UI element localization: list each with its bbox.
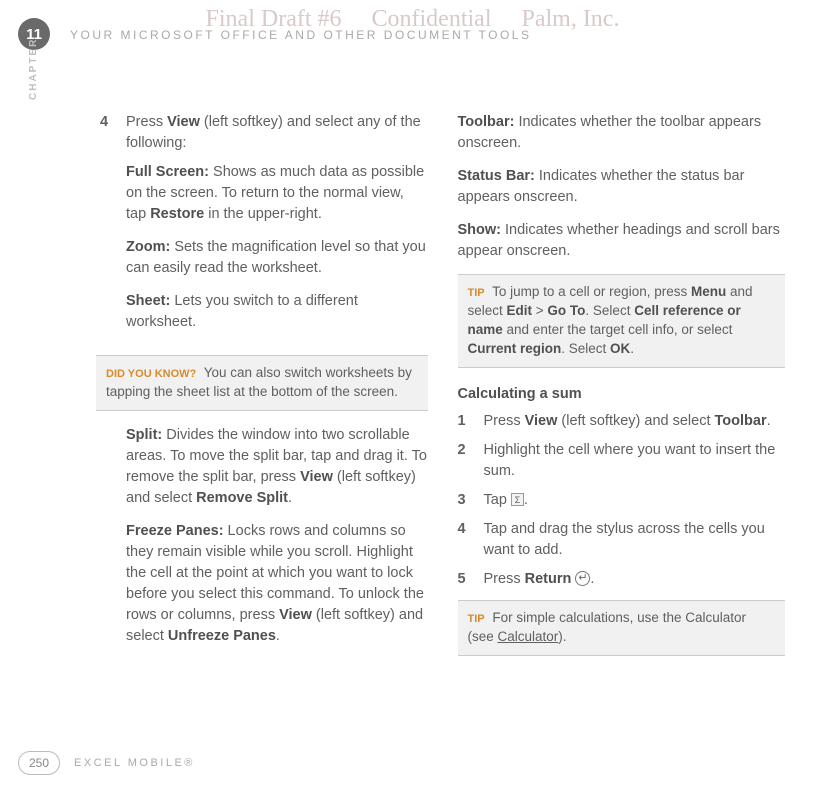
calc-step-4: 4 Tap and drag the stylus across the cel…	[458, 519, 786, 561]
calc-step-2: 2 Highlight the cell where you want to i…	[458, 440, 786, 482]
bold: Menu	[691, 284, 726, 299]
text: .	[630, 341, 634, 356]
step-body: Tap and drag the stylus across the cells…	[484, 519, 786, 561]
return-icon	[575, 571, 590, 586]
bold: OK	[610, 341, 630, 356]
step-number: 5	[458, 569, 484, 590]
bold: Status Bar:	[458, 168, 535, 184]
step-number: 4	[458, 519, 484, 561]
callout-tag: TIP	[468, 287, 485, 299]
text: in the upper-right.	[204, 206, 322, 222]
step-number: 2	[458, 440, 484, 482]
step-number: 1	[458, 411, 484, 432]
fullscreen-block: Full Screen: Shows as much data as possi…	[126, 162, 428, 225]
text: >	[532, 303, 547, 318]
text: and enter the target cell info, or selec…	[503, 322, 733, 337]
bold: Full Screen:	[126, 164, 209, 180]
text: .	[288, 490, 292, 506]
did-you-know-callout: DID YOU KNOW? You can also switch worksh…	[96, 355, 428, 411]
step-body: Press View (left softkey) and select any…	[126, 112, 428, 345]
text: Press	[484, 413, 525, 429]
calc-step-5: 5 Press Return .	[458, 569, 786, 590]
bold: View	[167, 114, 200, 130]
step-number: 3	[458, 490, 484, 511]
bold: Show:	[458, 222, 502, 238]
page-number: 250	[18, 751, 60, 775]
text: .	[524, 492, 528, 508]
tip-calculator-callout: TIP For simple calculations, use the Cal…	[458, 600, 786, 656]
right-column: Toolbar: Indicates whether the toolbar a…	[458, 112, 786, 670]
zoom-block: Zoom: Sets the magnification level so th…	[126, 237, 428, 279]
bold: Toolbar:	[458, 114, 515, 130]
bold: Edit	[507, 303, 533, 318]
right-defs: Toolbar: Indicates whether the toolbar a…	[458, 112, 786, 262]
content-columns: 4 Press View (left softkey) and select a…	[100, 112, 785, 670]
tip-goto-callout: TIP To jump to a cell or region, press M…	[458, 274, 786, 368]
bold: Sheet:	[126, 293, 170, 309]
bold: Split:	[126, 427, 162, 443]
step-body: Press View (left softkey) and select Too…	[484, 411, 786, 432]
bold: Freeze Panes:	[126, 523, 224, 539]
toolbar-block: Toolbar: Indicates whether the toolbar a…	[458, 112, 786, 154]
bold: Current region	[468, 341, 562, 356]
bold: Return	[525, 571, 572, 587]
callout-tag: TIP	[468, 613, 485, 625]
header-title: YOUR MICROSOFT OFFICE AND OTHER DOCUMENT…	[70, 28, 531, 42]
text: . Select	[585, 303, 634, 318]
bold: Restore	[150, 206, 204, 222]
text: .	[767, 413, 771, 429]
callout-tag: DID YOU KNOW?	[106, 368, 196, 380]
bold: View	[525, 413, 558, 429]
bold: Unfreeze Panes	[168, 628, 276, 644]
footer-title: EXCEL MOBILE®	[74, 757, 195, 769]
text: Press	[484, 571, 525, 587]
bold: View	[279, 607, 312, 623]
sheet-block: Sheet: Lets you switch to a different wo…	[126, 291, 428, 333]
show-block: Show: Indicates whether headings and scr…	[458, 220, 786, 262]
step-4: 4 Press View (left softkey) and select a…	[100, 112, 428, 345]
bold: Zoom:	[126, 239, 170, 255]
text: ).	[558, 629, 566, 644]
step-body: Highlight the cell where you want to ins…	[484, 440, 786, 482]
step-body: Press Return .	[484, 569, 786, 590]
footer: 250 EXCEL MOBILE®	[18, 751, 195, 775]
text: .	[276, 628, 280, 644]
text: (left softkey) and select	[557, 413, 714, 429]
text: Tap	[484, 492, 511, 508]
left-continued: Split: Divides the window into two scrol…	[100, 425, 428, 647]
calc-step-1: 1 Press View (left softkey) and select T…	[458, 411, 786, 432]
step-body: Tap Σ.	[484, 490, 786, 511]
text: . Select	[561, 341, 610, 356]
bold: Go To	[547, 303, 585, 318]
bold: Remove Split	[196, 490, 288, 506]
split-block: Split: Divides the window into two scrol…	[126, 425, 428, 509]
step-number: 4	[100, 112, 126, 345]
link-text: Calculator	[498, 629, 559, 644]
text: Sets the magnification level so that you…	[126, 239, 426, 276]
bold: View	[300, 469, 333, 485]
chapter-label: CHAPTER	[28, 38, 39, 100]
freeze-block: Freeze Panes: Locks rows and columns so …	[126, 521, 428, 647]
calc-heading: Calculating a sum	[458, 384, 786, 405]
status-block: Status Bar: Indicates whether the status…	[458, 166, 786, 208]
calc-step-3: 3 Tap Σ.	[458, 490, 786, 511]
left-column: 4 Press View (left softkey) and select a…	[100, 112, 428, 670]
text: .	[590, 571, 594, 587]
text: Indicates whether headings and scroll ba…	[458, 222, 780, 259]
bold: Toolbar	[715, 413, 767, 429]
text: Press	[126, 114, 167, 130]
text: To jump to a cell or region, press	[489, 284, 691, 299]
autosum-icon: Σ	[511, 493, 524, 506]
